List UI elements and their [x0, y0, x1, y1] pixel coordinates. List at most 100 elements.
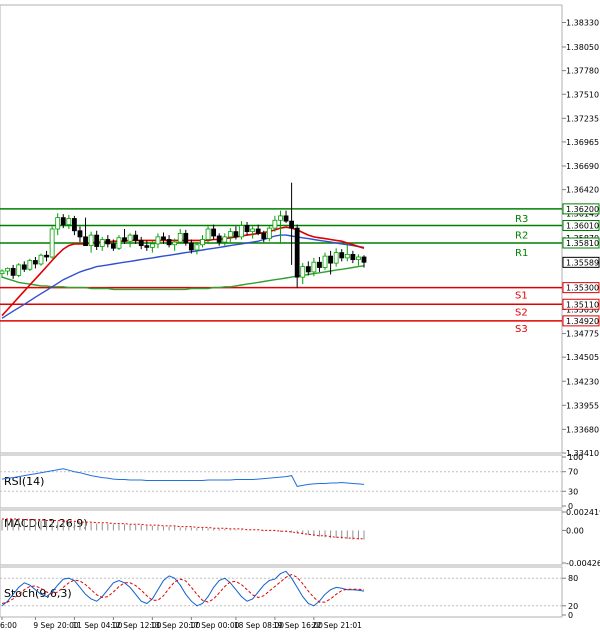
stoch-tick-label: 80: [568, 574, 578, 583]
price-tick-label: 1.36420: [566, 186, 599, 195]
candle-body: [233, 231, 239, 238]
candle-body: [322, 255, 328, 268]
candle-body: [183, 232, 189, 244]
candle-body: [172, 241, 178, 246]
level-label-r1: R1: [515, 248, 528, 259]
stoch-tick-label: 0: [568, 611, 573, 620]
macd-tick-label: 0.00: [566, 526, 584, 535]
candle-body: [133, 234, 139, 241]
candle-body: [294, 227, 300, 278]
candle-body: [10, 267, 16, 276]
candle-body: [227, 231, 233, 238]
rsi-pane[interactable]: RSI(14) 10070300: [0, 453, 583, 511]
candle-body: [60, 217, 66, 226]
candle-body: [161, 236, 166, 240]
trading-chart[interactable]: R3 R2 R1 S1 S2 S3 1.38330 1.38050 1.37780 1.3751…: [0, 0, 600, 632]
level-label-s1: S1: [515, 291, 528, 302]
candle-body: [333, 252, 339, 264]
rsi-tick-label: 100: [568, 453, 583, 462]
candle-body: [122, 237, 127, 242]
price-tag-label: 1.35110: [566, 300, 599, 309]
stoch-pane[interactable]: Stoch(9,6,3) 80200: [0, 566, 578, 620]
candle-body: [272, 219, 278, 229]
candle-body: [155, 236, 161, 245]
candle-body: [216, 235, 222, 243]
price-tags: 1.36200 1.36010 1.35810 1.35589 1.35300 1.351…: [562, 203, 600, 327]
price-tag-label: 1.35300: [566, 284, 599, 293]
rsi-pane-frame: [0, 454, 563, 509]
macd-axis: 0.002419 0.00 -0.004269: [562, 508, 600, 568]
macd-label: MACD(12,26,9): [4, 517, 88, 530]
candle-body: [266, 227, 272, 240]
price-tick-label: 1.38050: [566, 43, 599, 52]
rsi-tick-label: 30: [568, 487, 578, 496]
candle-body: [83, 236, 88, 247]
time-tick-label: 6:00: [0, 621, 17, 630]
candle-body: [55, 217, 61, 230]
macd-pane[interactable]: MACD(12,26,9) 0.002419 0.00 -0.004269: [0, 508, 600, 568]
candle-body: [116, 237, 122, 249]
price-tick-label: 1.37510: [566, 90, 599, 99]
price-pane[interactable]: R3 R2 R1 S1 S2 S3 1.38330 1.38050 1.37780 1.3751…: [0, 4, 600, 458]
candle-body: [194, 244, 200, 251]
candle-body: [94, 234, 100, 247]
candle-body: [239, 225, 244, 238]
candle-body: [283, 215, 289, 222]
candle-body: [27, 260, 33, 270]
price-tick-label: 1.36690: [566, 162, 599, 171]
candle-body: [0, 270, 5, 275]
candle-body: [205, 228, 211, 240]
price-tick-label: 1.33955: [566, 401, 599, 410]
candle-body: [49, 228, 55, 258]
price-tick-label: 1.36965: [566, 138, 599, 147]
candle-body: [166, 239, 172, 246]
candle-body: [361, 256, 367, 263]
candle-body: [305, 266, 311, 273]
price-tick-label: 1.34230: [566, 377, 599, 386]
candle-body: [99, 239, 105, 247]
candle-body: [350, 253, 356, 261]
price-tick-label: 1.34775: [566, 330, 599, 339]
candle-body: [255, 228, 261, 234]
candle-body: [138, 239, 144, 247]
price-tick-label: 1.34505: [566, 353, 599, 362]
price-pane-frame: [0, 4, 563, 454]
candle-body: [5, 267, 10, 272]
candle-body: [66, 218, 72, 226]
macd-tick-label: -0.004269: [566, 559, 600, 568]
rsi-label: RSI(14): [4, 475, 44, 488]
candle-body: [16, 264, 22, 276]
price-tag-label: 1.36010: [566, 222, 599, 231]
time-axis: 6:00 9 Sep 20:0011 Sep 04:0012 Sep 12:001…: [0, 617, 362, 630]
candle-body: [300, 266, 306, 278]
candle-body: [278, 215, 283, 221]
candle-body: [188, 242, 194, 251]
level-label-s3: S3: [515, 324, 528, 335]
candle-body: [38, 254, 44, 265]
candle-body: [339, 252, 345, 259]
candle-body: [33, 260, 38, 265]
candle-body: [177, 232, 183, 243]
time-tick-label: 22 Sep 21:01: [312, 621, 362, 630]
level-label-s2: S2: [515, 307, 528, 318]
level-label-r3: R3: [515, 214, 528, 225]
candle-body: [344, 253, 350, 259]
time-tick-label: 17 Sep 00:00: [189, 621, 239, 630]
candle-body: [72, 218, 77, 232]
candle-body: [21, 264, 27, 270]
price-tag-label: 1.34920: [566, 317, 599, 326]
candle-body: [222, 236, 228, 243]
candle-body: [127, 234, 133, 242]
candle-body: [200, 239, 205, 246]
candle-body: [77, 230, 83, 238]
candle-body: [88, 234, 94, 247]
rsi-tick-label: 70: [568, 468, 578, 477]
macd-tick-label: 0.002419: [566, 508, 600, 517]
price-tick-label: 1.38330: [566, 19, 599, 28]
candle-body: [356, 256, 361, 261]
candle-body: [311, 261, 317, 273]
candle-body: [328, 255, 333, 264]
candle-body: [317, 261, 322, 268]
stoch-tick-label: 20: [568, 602, 578, 611]
price-tag-label: 1.36200: [566, 205, 599, 214]
